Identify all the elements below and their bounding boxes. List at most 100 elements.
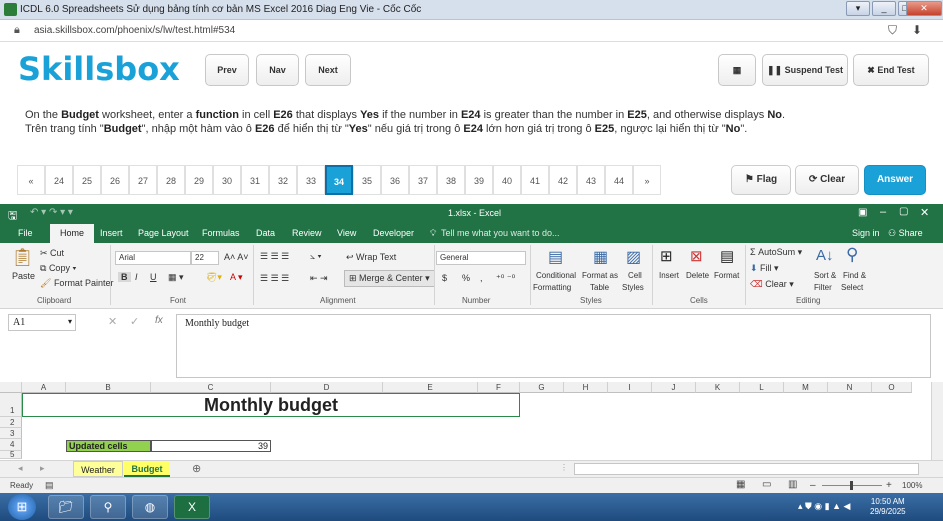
column-header-o[interactable]: O — [872, 382, 912, 393]
tab-file[interactable]: File — [18, 228, 33, 238]
column-header-a[interactable]: A — [22, 382, 66, 393]
question-first-button[interactable]: « — [17, 165, 45, 195]
sheet-scroll-left-icon[interactable]: ◂ — [18, 463, 23, 474]
tab-formulas[interactable]: Formulas — [202, 228, 240, 238]
column-header-k[interactable]: K — [696, 382, 740, 393]
percent-button[interactable]: % — [462, 273, 470, 283]
sheet-scroll-right-icon[interactable]: ▸ — [40, 463, 45, 474]
copy-button[interactable]: ⧉ Copy ▾ — [40, 263, 76, 274]
file-explorer-icon[interactable]: 📁︎ — [48, 495, 84, 519]
indent-icons[interactable]: ⇤ ⇥ — [310, 273, 328, 284]
question-27-button[interactable]: 27 — [129, 165, 157, 195]
select-all-corner[interactable] — [0, 382, 22, 393]
question-44-button[interactable]: 44 — [605, 165, 633, 195]
tab-page-layout[interactable]: Page Layout — [138, 228, 189, 238]
column-header-l[interactable]: L — [740, 382, 784, 393]
search-app-icon[interactable]: ⚲ — [90, 495, 126, 519]
font-grow-shrink-icon[interactable]: A˄ A˅ — [224, 252, 249, 262]
column-header-n[interactable]: N — [828, 382, 872, 393]
fill-button[interactable]: ⬇ Fill ▾ — [750, 263, 779, 274]
normal-view-icon[interactable]: ▦ — [736, 479, 745, 490]
answer-button[interactable]: Answer — [864, 165, 926, 195]
tab-insert[interactable]: Insert — [100, 228, 123, 238]
sheet-tab-budget[interactable]: Budget — [124, 461, 170, 477]
tab-developer[interactable]: Developer — [373, 228, 414, 238]
format-as-label[interactable]: Format as — [582, 271, 618, 280]
prev-button[interactable]: Prev — [205, 54, 249, 86]
worksheet-grid[interactable]: ABCDEFGHIJKLMNO 12345 Monthly budget Upd… — [0, 382, 943, 460]
question-29-button[interactable]: 29 — [185, 165, 213, 195]
column-header-f[interactable]: F — [478, 382, 520, 393]
options-icon[interactable]: ⋮ — [560, 463, 568, 472]
row-header-1[interactable]: 1 — [0, 393, 22, 417]
question-31-button[interactable]: 31 — [241, 165, 269, 195]
align-top-icons[interactable]: ☰ ☰ ☰ — [260, 251, 289, 262]
question-34-button[interactable]: 34 — [325, 165, 353, 195]
format-painter-button[interactable]: 🖌︎ Format Painter — [40, 278, 113, 289]
sign-in-link[interactable]: Sign in — [852, 228, 880, 238]
clear-button[interactable]: ⌫ Clear ▾ — [750, 279, 794, 290]
name-box[interactable]: A1 — [8, 314, 76, 331]
row-header-3[interactable]: 3 — [0, 428, 22, 439]
enter-icon[interactable]: ✓ — [130, 315, 139, 328]
tab-view[interactable]: View — [337, 228, 356, 238]
question-39-button[interactable]: 39 — [465, 165, 493, 195]
tab-data[interactable]: Data — [256, 228, 275, 238]
delete-button[interactable]: Delete — [686, 271, 709, 280]
flag-button[interactable]: ⚑ Flag — [731, 165, 791, 195]
zoom-level[interactable]: 100% — [902, 481, 922, 490]
merge-center-button[interactable]: ⊞ Merge & Center ▾ — [344, 270, 435, 287]
column-header-b[interactable]: B — [66, 382, 151, 393]
zoom-out-icon[interactable]: – — [810, 480, 816, 491]
zoom-in-icon[interactable]: + — [886, 480, 892, 491]
wrap-text-button[interactable]: ↩ Wrap Text — [346, 252, 396, 263]
cell-a1-title[interactable]: Monthly budget — [22, 393, 520, 417]
decimal-icons[interactable]: ⁺⁰ ⁻⁰ — [496, 273, 515, 284]
question-43-button[interactable]: 43 — [577, 165, 605, 195]
question-26-button[interactable]: 26 — [101, 165, 129, 195]
conditional-formatting-label[interactable]: Conditional — [536, 271, 576, 280]
question-25-button[interactable]: 25 — [73, 165, 101, 195]
excel-close-icon[interactable]: ✕ — [920, 206, 929, 219]
clear-answer-button[interactable]: ⟳ Clear — [795, 165, 859, 195]
question-38-button[interactable]: 38 — [437, 165, 465, 195]
calculator-button[interactable]: ▦ — [718, 54, 756, 86]
taskbar-clock[interactable]: 10:50 AM 29/9/2025 — [870, 497, 906, 517]
filter-label[interactable]: Filter — [814, 283, 832, 292]
question-40-button[interactable]: 40 — [493, 165, 521, 195]
styles-label[interactable]: Styles — [622, 283, 644, 292]
cell-label[interactable]: Cell — [628, 271, 642, 280]
number-format-select[interactable]: General — [436, 251, 526, 265]
insert-button[interactable]: Insert — [659, 271, 679, 280]
formatting-label[interactable]: Formatting — [533, 283, 571, 292]
share-button[interactable]: ⚇ Share — [888, 228, 923, 239]
column-header-m[interactable]: M — [784, 382, 828, 393]
horizontal-scrollbar[interactable] — [574, 463, 919, 475]
column-header-j[interactable]: J — [652, 382, 696, 393]
sheet-tab-weather[interactable]: Weather — [73, 461, 123, 477]
new-sheet-icon[interactable]: ⊕ — [192, 462, 201, 475]
comma-button[interactable]: , — [480, 273, 483, 283]
bold-button[interactable]: B — [118, 272, 131, 282]
paste-icon[interactable]: 📋︎ — [11, 247, 34, 268]
column-header-g[interactable]: G — [520, 382, 564, 393]
tab-home[interactable]: Home — [50, 224, 94, 243]
column-header-h[interactable]: H — [564, 382, 608, 393]
tell-me-input[interactable]: Tell me what you want to do... — [441, 228, 560, 238]
url-text[interactable]: asia.skillsbox.com/phoenix/s/lw/test.htm… — [34, 25, 235, 36]
question-32-button[interactable]: 32 — [269, 165, 297, 195]
find-label[interactable]: Find & — [843, 271, 866, 280]
font-color-icon[interactable]: A ▾ — [230, 272, 243, 283]
undo-icon[interactable]: ↶ ▾ ↷ ▾ ▾ — [30, 207, 73, 218]
insert-function-icon[interactable]: fx — [155, 315, 163, 326]
nav-button[interactable]: Nav — [256, 54, 299, 86]
cell-c4-value[interactable]: 39 — [151, 440, 271, 452]
start-button[interactable]: ⊞ — [8, 494, 36, 520]
excel-restore-icon[interactable]: ▢ — [899, 206, 908, 217]
vertical-scrollbar[interactable] — [931, 382, 943, 460]
font-size-select[interactable]: 22 — [191, 251, 219, 265]
end-test-button[interactable]: ✖ End Test — [853, 54, 929, 86]
row-header-2[interactable]: 2 — [0, 417, 22, 428]
question-41-button[interactable]: 41 — [521, 165, 549, 195]
column-header-e[interactable]: E — [383, 382, 478, 393]
